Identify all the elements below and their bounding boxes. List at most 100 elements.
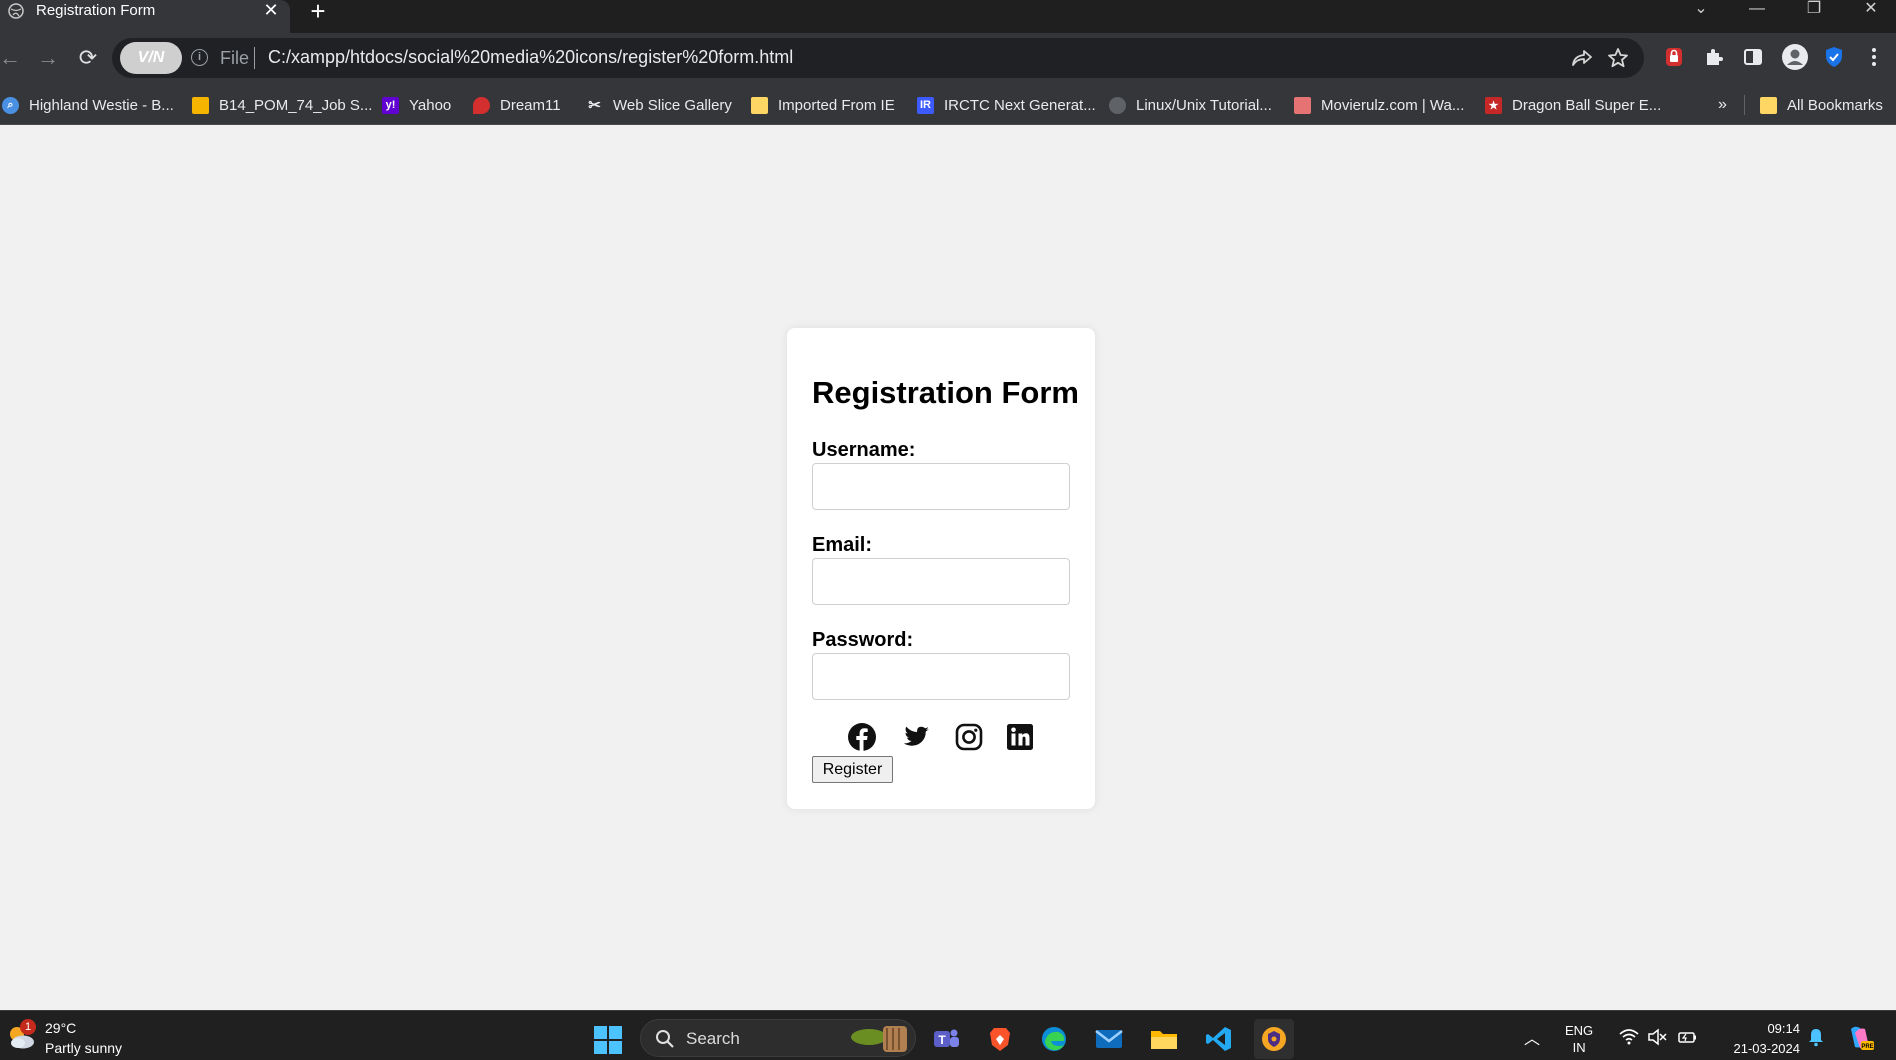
register-button[interactable]: Register <box>812 756 893 783</box>
side-panel-icon[interactable] <box>1741 45 1765 69</box>
file-explorer-icon[interactable] <box>1144 1019 1184 1059</box>
bookmarks-bar: ⌕ Highland Westie - B... B14_POM_74_Job … <box>0 85 1896 125</box>
password-label: Password: <box>812 629 914 651</box>
more-menu-icon[interactable] <box>1862 45 1886 69</box>
search-label: Search <box>686 1029 740 1048</box>
weather-badge: 1 <box>20 1019 36 1035</box>
bookmark-item[interactable]: y! Yahoo <box>382 93 451 117</box>
forward-button[interactable]: → <box>34 44 62 72</box>
bookmark-label: Imported From IE <box>778 96 895 114</box>
bookmarks-overflow-icon[interactable]: » <box>1718 93 1727 117</box>
taskbar-search[interactable]: Search <box>640 1019 916 1057</box>
bookmark-label: Web Slice Gallery <box>613 96 732 114</box>
folder-icon <box>1760 96 1777 114</box>
bookmark-item[interactable]: ✂ Web Slice Gallery <box>586 93 732 117</box>
share-icon[interactable] <box>1570 46 1594 70</box>
bookmarks-divider <box>1744 95 1745 115</box>
movie-icon <box>1294 96 1311 114</box>
bookmark-item[interactable]: ★ Dragon Ball Super E... <box>1485 93 1661 117</box>
instagram-icon[interactable] <box>954 722 984 752</box>
dream11-icon <box>473 96 490 114</box>
new-tab-button[interactable]: + <box>306 0 330 24</box>
battery-icon[interactable] <box>1677 1027 1697 1047</box>
tray-overflow-icon[interactable]: ︿ <box>1524 1025 1540 1049</box>
twitter-icon[interactable] <box>901 722 931 752</box>
linkedin-icon[interactable] <box>1005 722 1035 752</box>
bookmark-item[interactable]: Linux/Unix Tutorial... <box>1109 93 1272 117</box>
vscode-icon[interactable] <box>1199 1019 1239 1059</box>
tab-search-icon[interactable]: ⌄ <box>1686 0 1716 22</box>
close-window-button[interactable]: ✕ <box>1856 0 1886 22</box>
bookmark-item[interactable]: IR IRCTC Next Generat... <box>917 93 1096 117</box>
vpn-badge[interactable]: V/N <box>120 42 182 74</box>
vpn-app-icon[interactable] <box>1254 1019 1294 1059</box>
browser-tab[interactable]: Registration Form ✕ <box>0 0 290 33</box>
clock-time[interactable]: 09:14 <box>1760 1021 1800 1036</box>
star-icon: ★ <box>1485 96 1502 114</box>
tab-title: Registration Form <box>36 2 156 19</box>
globe-icon <box>8 3 24 19</box>
all-bookmarks-button[interactable]: All Bookmarks <box>1760 93 1883 117</box>
restore-button[interactable]: ❐ <box>1799 0 1829 22</box>
shield-extension-icon[interactable] <box>1822 45 1846 69</box>
bookmark-item[interactable]: Movierulz.com | Wa... <box>1294 93 1464 117</box>
bookmark-label: Dream11 <box>500 96 561 114</box>
extension-lock-icon[interactable] <box>1662 45 1686 69</box>
bookmark-label: Highland Westie - B... <box>29 96 174 114</box>
lang-line1: ENG <box>1565 1023 1594 1038</box>
lang-line2: IN <box>1572 1040 1586 1055</box>
mail-icon[interactable] <box>1089 1019 1129 1059</box>
bookmark-label: Yahoo <box>409 96 452 114</box>
bookmark-item[interactable]: B14_POM_74_Job S... <box>192 93 372 117</box>
weather-desc: Partly sunny <box>45 1040 123 1056</box>
extensions-puzzle-icon[interactable] <box>1702 45 1726 69</box>
minimize-button[interactable]: — <box>1742 0 1772 22</box>
username-field[interactable] <box>812 463 1070 510</box>
bookmark-label: IRCTC Next Generat... <box>944 96 1096 114</box>
bookmark-star-icon[interactable] <box>1606 46 1630 70</box>
facebook-icon[interactable] <box>847 722 877 752</box>
social-icons-row <box>847 722 1047 752</box>
windows-start-icon[interactable] <box>593 1025 623 1055</box>
taskbar: 1 29°C Partly sunny Search T ︿ ENG IN 09… <box>0 1010 1896 1060</box>
language-indicator[interactable]: ENG IN <box>1565 1022 1593 1056</box>
copilot-icon[interactable]: PRE <box>1845 1023 1875 1053</box>
notification-bell-icon[interactable] <box>1806 1027 1826 1047</box>
irctc-icon: IR <box>917 96 934 114</box>
email-field[interactable] <box>812 558 1070 605</box>
profile-avatar-icon[interactable] <box>1781 43 1809 71</box>
reload-button[interactable]: ⟳ <box>74 44 102 72</box>
form-title: Registration Form <box>812 375 1079 410</box>
web-slice-icon: ✂ <box>588 97 601 114</box>
all-bookmarks-label: All Bookmarks <box>1787 96 1883 114</box>
bookmark-item[interactable]: Dream11 <box>473 93 561 117</box>
folder-icon <box>751 96 768 114</box>
url-text[interactable]: C:/xampp/htdocs/social%20media%20icons/r… <box>268 47 793 68</box>
teams-icon[interactable]: T <box>926 1019 966 1059</box>
edge-icon[interactable] <box>1034 1019 1074 1059</box>
address-bar[interactable]: V/N i File C:/xampp/htdocs/social%20medi… <box>112 38 1644 78</box>
yahoo-icon: y! <box>382 96 399 114</box>
clock-date[interactable]: 21-03-2024 <box>1718 1041 1801 1056</box>
bookmark-label: Dragon Ball Super E... <box>1512 96 1662 114</box>
username-label: Username: <box>812 439 916 461</box>
scheme-label: File <box>220 48 250 68</box>
linux-icon <box>1109 96 1126 114</box>
bookmark-label: B14_POM_74_Job S... <box>219 96 373 114</box>
info-icon[interactable]: i <box>191 49 208 66</box>
svg-text:T: T <box>938 1033 946 1047</box>
tab-close-icon[interactable]: ✕ <box>262 0 280 20</box>
bookmark-item[interactable]: ⌕ Highland Westie - B... <box>2 93 174 117</box>
weather-temp: 29°C <box>45 1020 77 1036</box>
registration-card: Registration Form Username: Email: Passw… <box>787 328 1095 809</box>
tab-strip: Registration Form ✕ + ⌄ — ❐ ✕ <box>0 0 1896 33</box>
svg-text:PRE: PRE <box>1861 1044 1873 1050</box>
back-button[interactable]: ← <box>0 44 24 72</box>
wifi-icon[interactable] <box>1619 1027 1639 1047</box>
search-icon: ⌕ <box>2 96 19 114</box>
brave-icon[interactable] <box>980 1019 1020 1059</box>
bookmark-item[interactable]: Imported From IE <box>751 93 895 117</box>
password-field[interactable] <box>812 653 1070 700</box>
volume-muted-icon[interactable] <box>1647 1027 1667 1047</box>
browser-toolbar: ← → ⟳ V/N i File C:/xampp/htdocs/social%… <box>0 33 1896 85</box>
